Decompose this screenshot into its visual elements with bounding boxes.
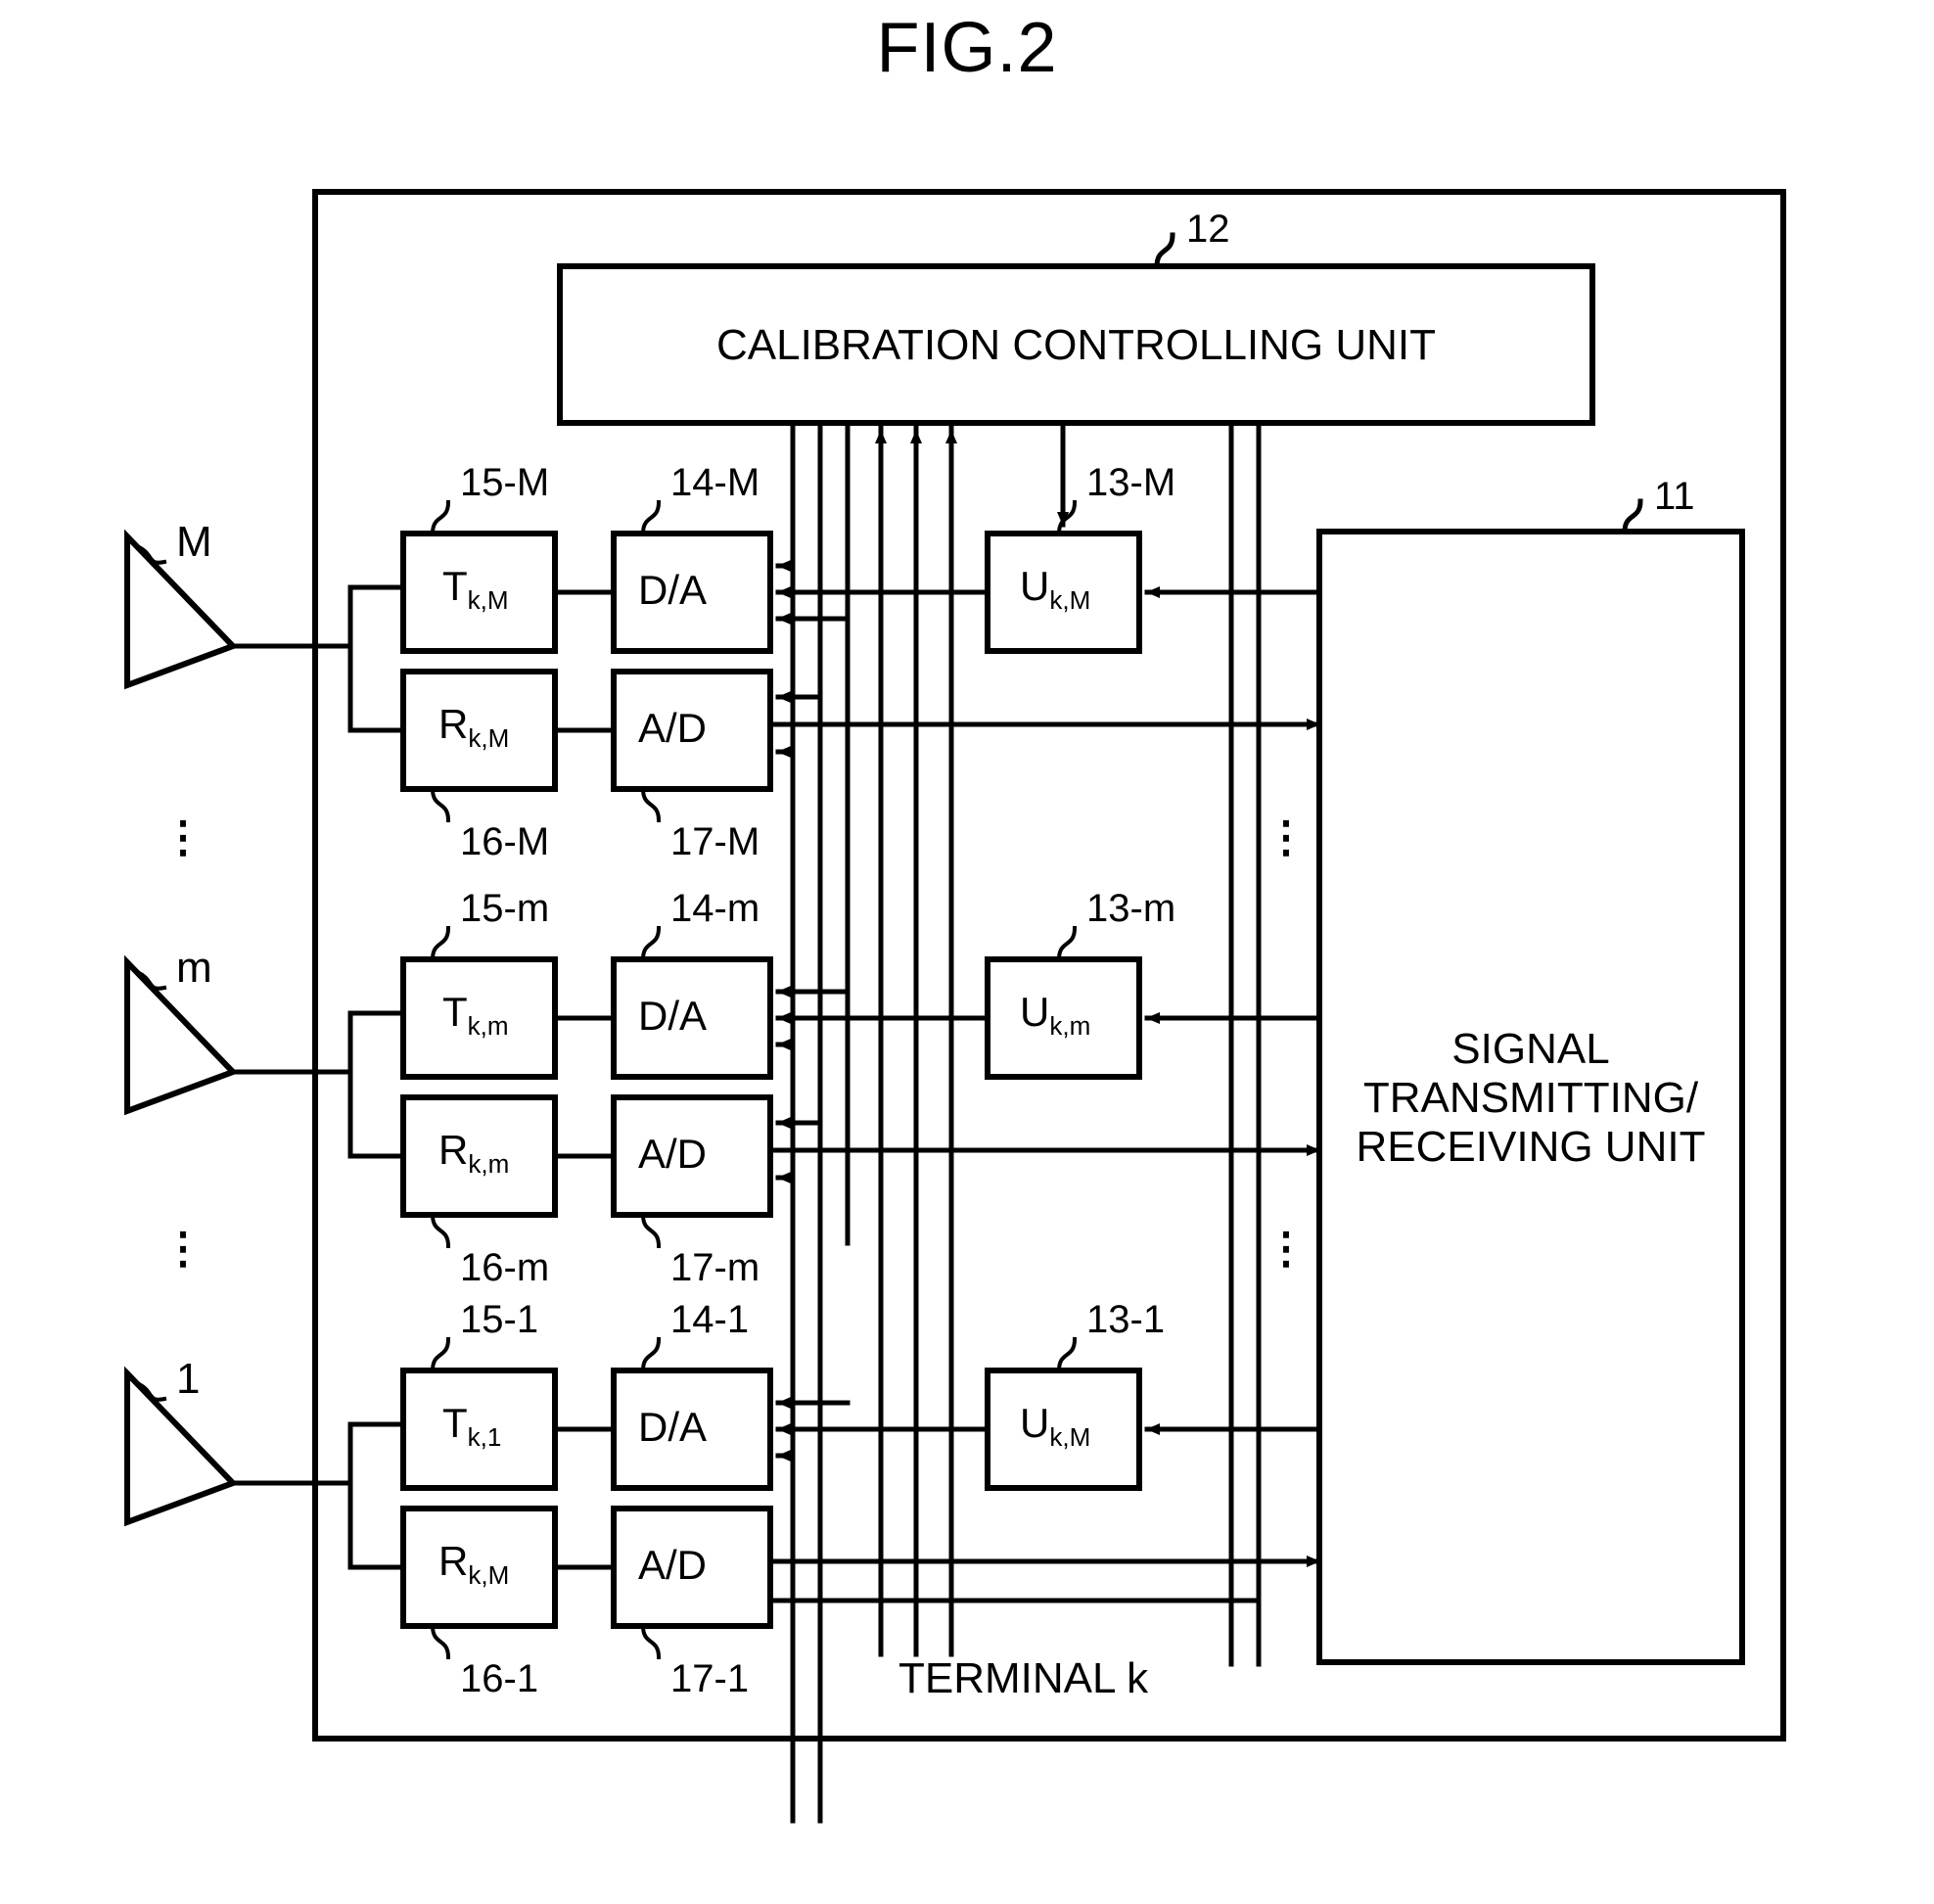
block-rx-M: Rk,M <box>438 701 509 751</box>
block-rx-m: Rk,m <box>438 1127 509 1177</box>
ref-16-M: 16-M <box>460 820 550 863</box>
block-u-M-sub: k,M <box>1049 584 1091 615</box>
antenna-label-M: M <box>176 518 212 566</box>
block-tx-m: Tk,m <box>442 989 509 1039</box>
ref-16-m: 16-m <box>460 1246 550 1289</box>
calibration-controlling-unit-label: CALIBRATION CONTROLLING UNIT <box>715 321 1437 369</box>
ref-13-M: 13-M <box>1086 461 1176 504</box>
block-u-1-sub: k,M <box>1049 1421 1091 1452</box>
block-ad-1: A/D <box>638 1542 708 1588</box>
block-tx-M-sub: k,M <box>467 584 509 615</box>
block-u-M: Uk,M <box>1020 563 1090 613</box>
antenna-label-m: m <box>176 944 212 992</box>
block-tx-m-base: T <box>442 989 468 1035</box>
ref-16-1: 16-1 <box>460 1657 539 1700</box>
block-u-m: Uk,m <box>1020 989 1090 1039</box>
block-tx-m-sub: k,m <box>467 1010 509 1041</box>
signal-unit-line2: TRANSMITTING/ <box>1362 1074 1699 1122</box>
block-rx-m-base: R <box>438 1127 469 1173</box>
block-rx-M-base: R <box>438 701 469 747</box>
ref-13-1: 13-1 <box>1086 1298 1166 1341</box>
ellipsis-unit-lower: ⋮ <box>1265 1225 1308 1273</box>
signal-unit-line3: RECEIVING UNIT <box>1356 1123 1706 1171</box>
block-da-M: D/A <box>638 567 708 613</box>
ref-17-M: 17-M <box>670 820 760 863</box>
block-tx-1-sub: k,1 <box>467 1421 502 1452</box>
ref-14-M: 14-M <box>670 461 760 504</box>
block-da-m: D/A <box>638 993 708 1039</box>
block-u-M-base: U <box>1020 563 1050 609</box>
block-rx-m-sub: k,m <box>468 1148 510 1179</box>
ref-14-1: 14-1 <box>670 1298 750 1341</box>
signal-unit-line1: SIGNAL <box>1451 1025 1610 1073</box>
block-tx-M: Tk,M <box>442 563 509 613</box>
ref-13-m: 13-m <box>1086 887 1176 930</box>
block-ad-M: A/D <box>638 705 708 751</box>
diagram-lineart <box>124 189 1786 1824</box>
ellipsis-unit-upper: ⋮ <box>1265 813 1308 861</box>
ref-15-m: 15-m <box>460 887 550 930</box>
ellipsis-antenna-upper: ⋮ <box>161 813 205 861</box>
block-tx-1-base: T <box>442 1400 468 1446</box>
block-u-m-sub: k,m <box>1049 1010 1091 1041</box>
terminal-label: TERMINAL k <box>898 1654 1149 1702</box>
ref-15-M: 15-M <box>460 461 550 504</box>
block-tx-1: Tk,1 <box>442 1400 501 1450</box>
patent-figure-page: FIG.2 CALIBRATION CONTROLLING UNIT 12 SI… <box>0 0 1934 1904</box>
block-rx-1: Rk,M <box>438 1538 509 1588</box>
antenna-label-1: 1 <box>176 1355 201 1403</box>
block-u-m-base: U <box>1020 989 1050 1035</box>
ref-14-m: 14-m <box>670 887 760 930</box>
ref-12: 12 <box>1186 208 1230 251</box>
block-tx-M-base: T <box>442 563 468 609</box>
block-u-1-base: U <box>1020 1400 1050 1446</box>
block-da-1: D/A <box>638 1404 708 1450</box>
ref-17-1: 17-1 <box>670 1657 750 1700</box>
ref-15-1: 15-1 <box>460 1298 539 1341</box>
block-ad-m: A/D <box>638 1131 708 1177</box>
ellipsis-antenna-lower: ⋮ <box>161 1225 205 1273</box>
ref-17-m: 17-m <box>670 1246 760 1289</box>
block-u-1: Uk,M <box>1020 1400 1090 1450</box>
block-rx-1-sub: k,M <box>468 1559 510 1590</box>
ref-11: 11 <box>1654 475 1695 518</box>
block-rx-1-base: R <box>438 1538 469 1584</box>
block-rx-M-sub: k,M <box>468 722 510 753</box>
